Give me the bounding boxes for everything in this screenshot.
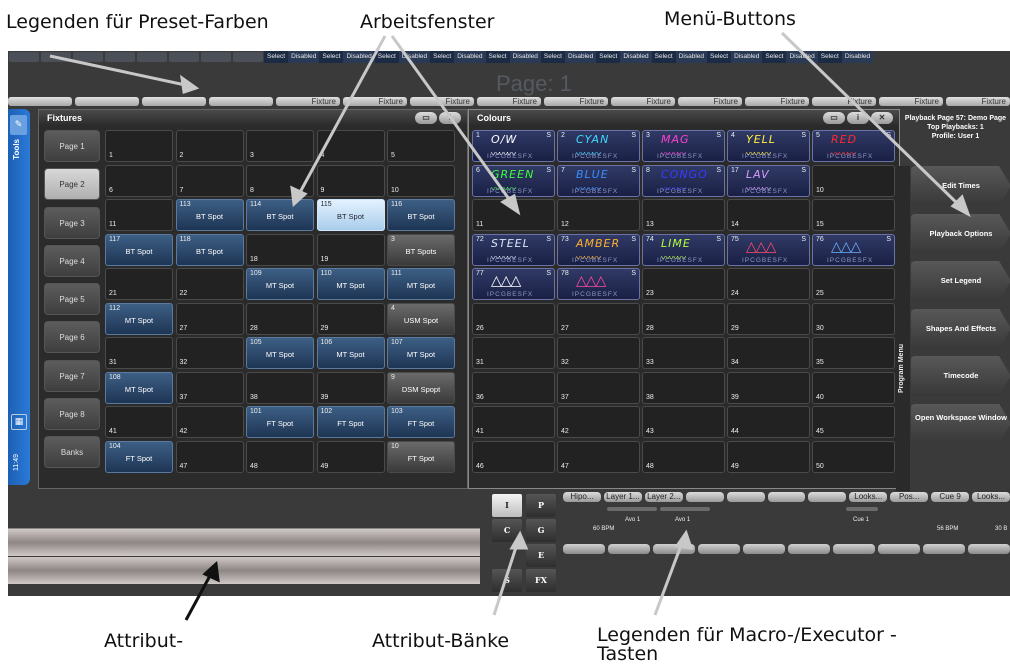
- annotation-arrows: [49, 31, 971, 621]
